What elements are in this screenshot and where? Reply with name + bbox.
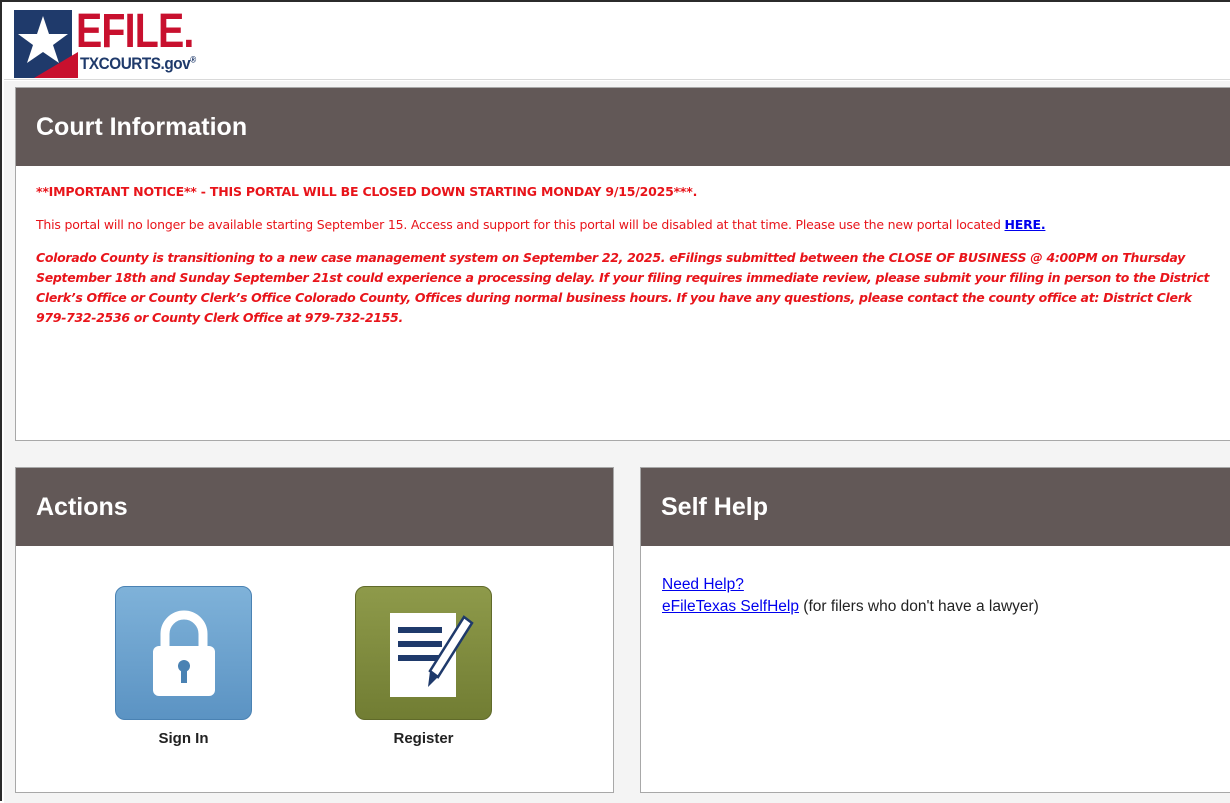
- court-information-title: Court Information: [16, 88, 1230, 166]
- court-information-panel: Court Information **IMPORTANT NOTICE** -…: [15, 87, 1230, 441]
- selfhelp-note: (for filers who don't have a lawyer): [798, 598, 1039, 615]
- need-help-row: Need Help?: [662, 574, 1230, 596]
- selfhelp-row: eFileTexas SelfHelp (for filers who don'…: [662, 596, 1230, 618]
- new-portal-link[interactable]: HERE.: [1005, 217, 1046, 232]
- logo-subtitle: TXCOURTS.gov®: [80, 54, 196, 74]
- portal-closure-notice: This portal will no longer be available …: [36, 215, 1213, 234]
- site-header: EFILE. TXCOURTS.gov®: [4, 4, 1230, 80]
- efiletexas-selfhelp-link[interactable]: eFileTexas SelfHelp: [662, 598, 799, 615]
- transition-notice: Colorado County is transitioning to a ne…: [36, 250, 1210, 325]
- document-pen-icon: [389, 613, 474, 697]
- register-label[interactable]: Register: [355, 730, 492, 747]
- self-help-body: Need Help? eFileTexas SelfHelp (for file…: [641, 546, 1230, 618]
- actions-panel: Actions Sign In Register: [15, 467, 614, 793]
- app-frame: EFILE. TXCOURTS.gov® Court Information *…: [0, 0, 1230, 803]
- sign-in-label[interactable]: Sign In: [115, 730, 252, 747]
- self-help-panel: Self Help Need Help? eFileTexas SelfHelp…: [640, 467, 1230, 793]
- sign-in-button[interactable]: [115, 586, 252, 720]
- page-content: Court Information **IMPORTANT NOTICE** -…: [4, 81, 1230, 803]
- efile-logo[interactable]: EFILE. TXCOURTS.gov®: [14, 5, 204, 78]
- important-notice-headline: **IMPORTANT NOTICE** - THIS PORTAL WILL …: [36, 184, 698, 199]
- need-help-link[interactable]: Need Help?: [662, 576, 744, 593]
- register-button[interactable]: [355, 586, 492, 720]
- portal-closure-text: This portal will no longer be available …: [36, 217, 1005, 232]
- logo-subtitle-text: TXCOURTS.gov: [80, 54, 191, 73]
- logo-wordmark: EFILE.: [76, 5, 194, 58]
- logo-trademark: ®: [190, 54, 196, 65]
- actions-title: Actions: [16, 468, 613, 546]
- self-help-title: Self Help: [641, 468, 1230, 546]
- lock-icon: [152, 610, 215, 696]
- court-information-body: **IMPORTANT NOTICE** - THIS PORTAL WILL …: [16, 184, 1230, 328]
